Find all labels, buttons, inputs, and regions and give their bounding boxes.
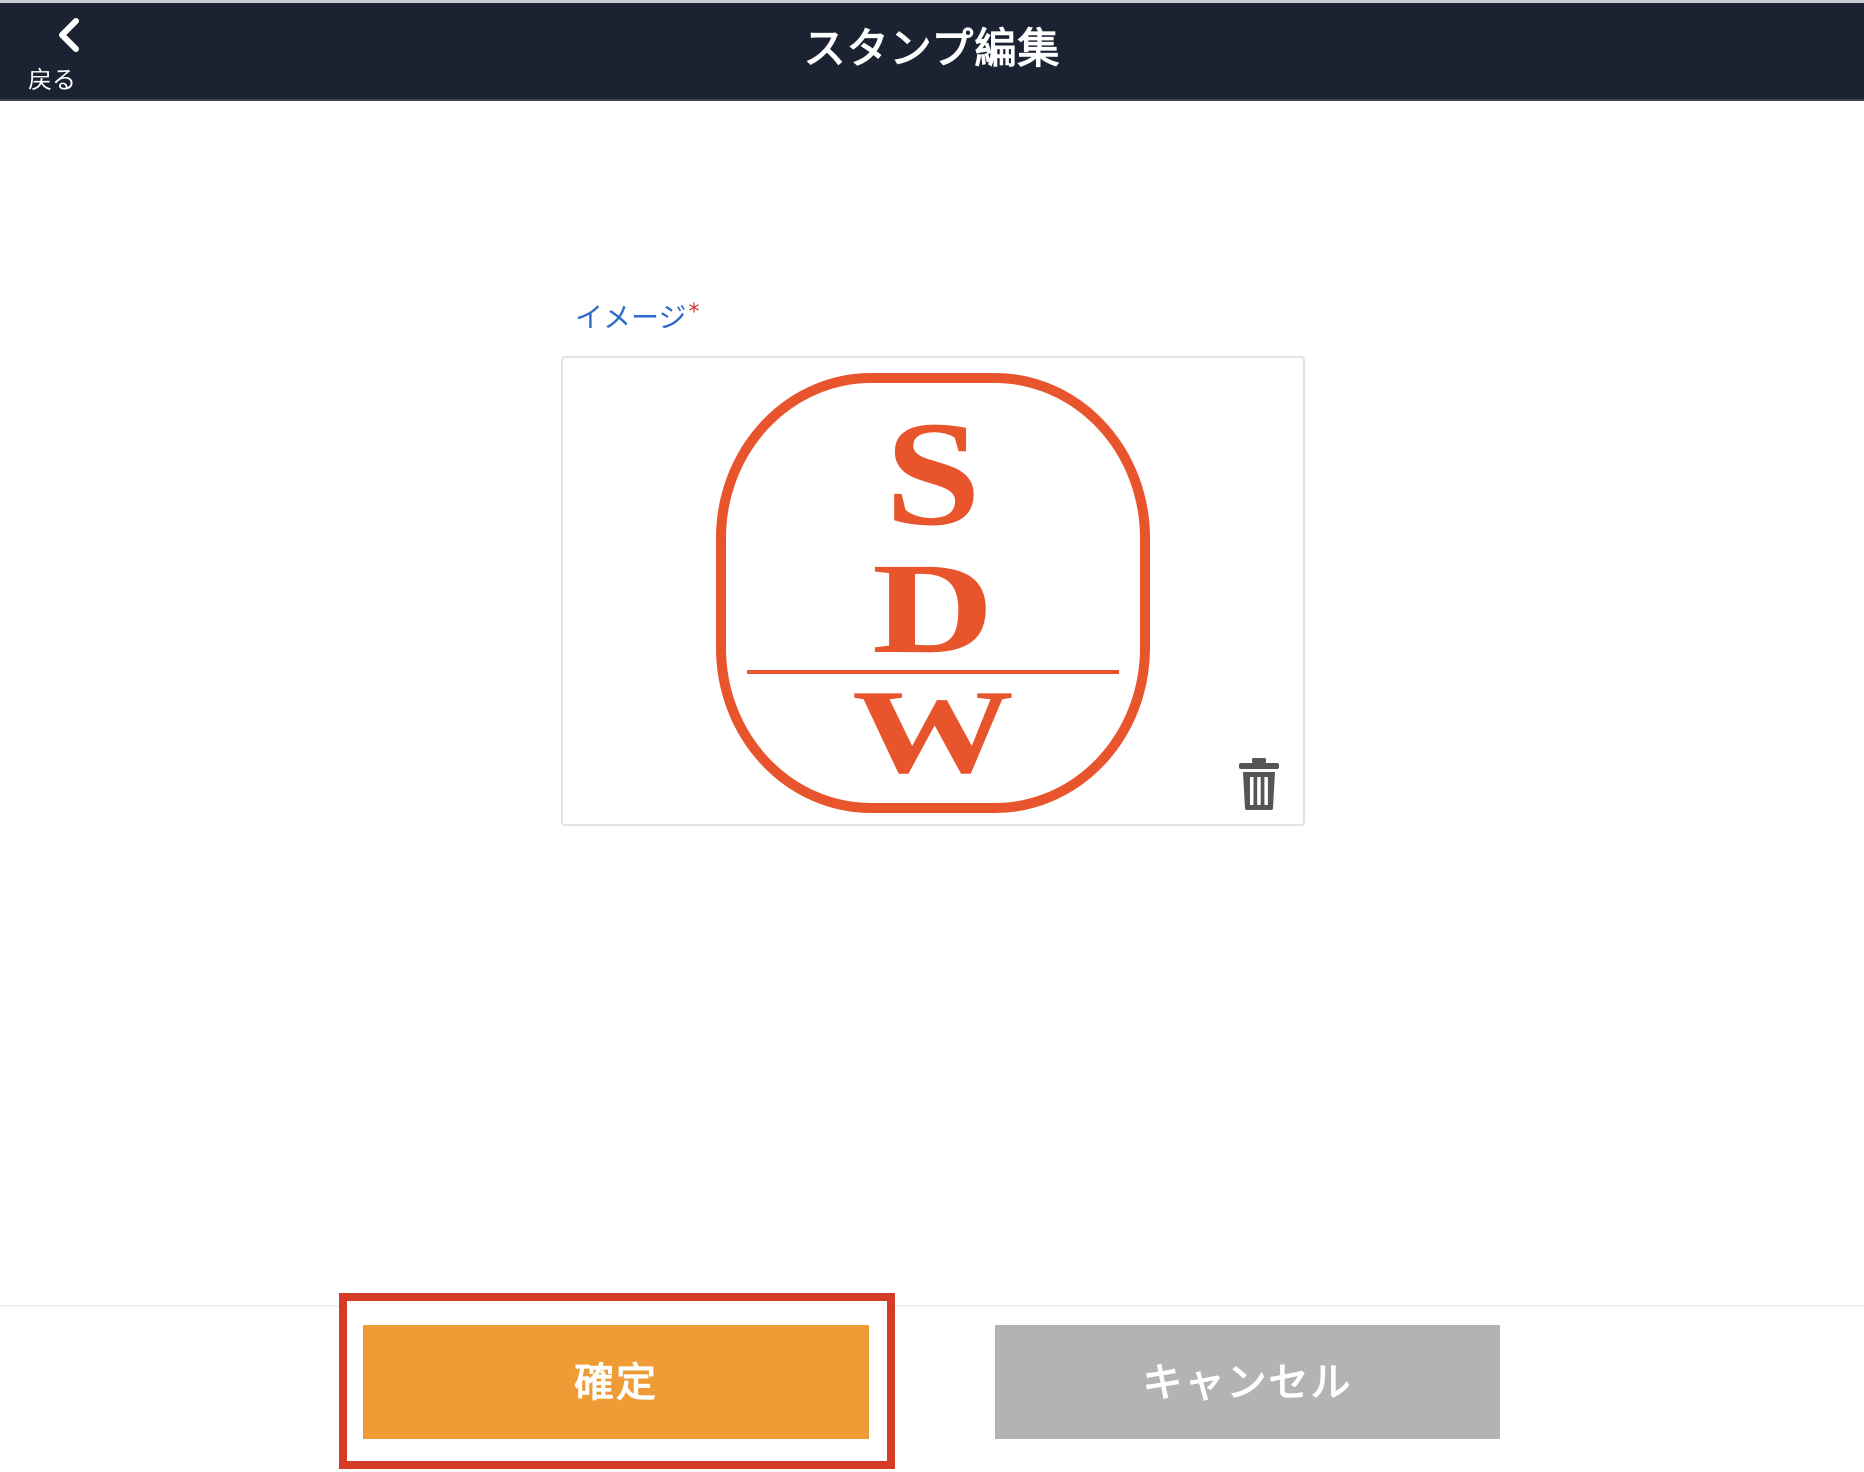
- image-field-label-text: イメージ: [575, 301, 687, 334]
- footer-divider: [0, 1305, 1864, 1307]
- confirm-button[interactable]: 確定: [363, 1325, 869, 1439]
- header-bar: 戻る スタンプ編集: [0, 0, 1864, 101]
- svg-text:D: D: [872, 536, 994, 680]
- svg-text:W: W: [852, 665, 1014, 798]
- trash-icon[interactable]: [1235, 756, 1283, 812]
- stamp-edit-screen: 戻る スタンプ編集 イメージ* S D W 確定 キャンセル: [0, 0, 1864, 1472]
- page-title: スタンプ編集: [803, 24, 1061, 73]
- image-preview-box[interactable]: S D W: [561, 356, 1305, 826]
- cancel-button[interactable]: キャンセル: [995, 1325, 1500, 1439]
- image-field-label: イメージ*: [575, 300, 699, 339]
- required-mark: *: [688, 300, 700, 325]
- stamp-image: S D W: [716, 373, 1150, 813]
- svg-text:S: S: [885, 390, 981, 556]
